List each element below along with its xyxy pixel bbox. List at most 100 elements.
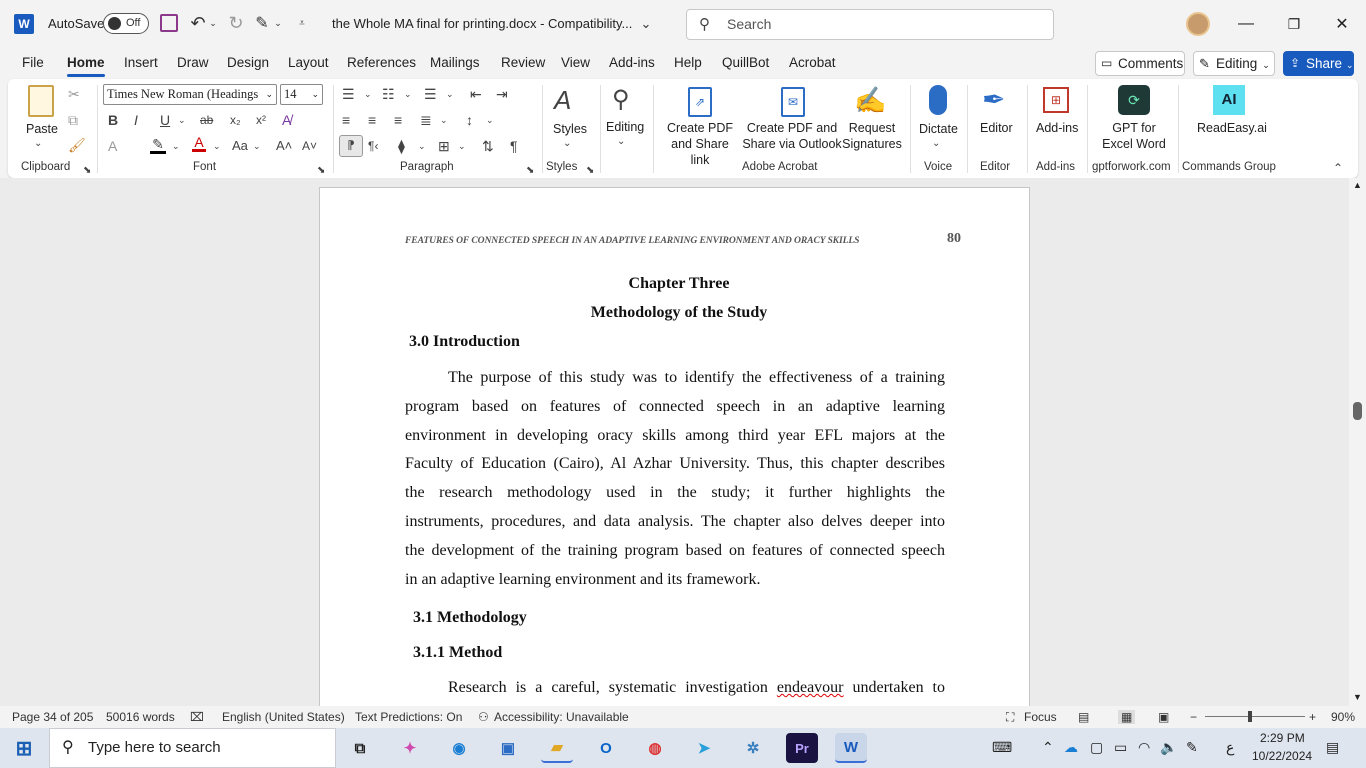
sort-icon[interactable]: ⇅ (482, 137, 494, 155)
create-pdf-share-link-button[interactable]: Create PDF and Share link (662, 120, 738, 168)
rtl-direction-icon[interactable]: ¶‹ (368, 137, 378, 155)
line-spacing-dropdown-icon[interactable]: ⌄ (486, 111, 494, 129)
align-right-icon[interactable]: ≡ (394, 111, 402, 129)
windows-start-icon[interactable]: ⊞ (8, 733, 40, 763)
addins-button[interactable]: Add-ins (1036, 120, 1078, 136)
proofing-icon[interactable]: ⌧ (190, 710, 204, 724)
scroll-thumb[interactable] (1353, 402, 1362, 420)
text-predictions[interactable]: Text Predictions: On (355, 710, 462, 724)
spelling-dropdown-icon[interactable]: ⌄ (273, 14, 283, 32)
tab-file[interactable]: File (22, 55, 44, 70)
ltr-direction-icon[interactable]: ⁋ (339, 135, 363, 157)
print-layout-icon[interactable]: ▦ (1118, 710, 1136, 724)
create-pdf-outlook-icon[interactable]: ✉ (781, 87, 805, 117)
pen-icon[interactable]: ✎ (1186, 739, 1198, 756)
readeasy-button[interactable]: ReadEasy.ai (1197, 120, 1267, 136)
gpt-for-work-icon[interactable]: ⟳ (1118, 85, 1150, 115)
shrink-font-icon[interactable]: A˅ (302, 137, 317, 155)
justify-dropdown-icon[interactable]: ⌄ (440, 111, 448, 129)
share-button[interactable]: ⇪ Share ⌄ (1283, 51, 1354, 76)
redo-icon[interactable]: ↻ (226, 12, 246, 34)
spelling-icon[interactable]: ✎ (252, 12, 272, 34)
wifi-icon[interactable]: ◠ (1138, 739, 1150, 756)
scroll-down-icon[interactable]: ▼ (1353, 692, 1362, 702)
maximize-icon[interactable]: ❐ (1282, 12, 1306, 36)
customize-qat-icon[interactable]: ⩡ (295, 14, 309, 32)
tab-mailings[interactable]: Mailings (430, 55, 480, 70)
zoom-out-icon[interactable]: − (1190, 710, 1197, 724)
web-layout-icon[interactable]: ▣ (1158, 710, 1169, 724)
request-signatures-button[interactable]: Request Signatures (842, 120, 902, 152)
keyboard-icon[interactable]: ⌨ (992, 739, 1012, 756)
outlook-icon[interactable]: O (590, 733, 622, 763)
italic-icon[interactable]: I (134, 111, 138, 129)
undo-dropdown-icon[interactable]: ⌄ (208, 14, 218, 32)
undo-icon[interactable]: ↶ (188, 12, 208, 34)
premiere-icon[interactable]: Pr (786, 733, 818, 763)
clear-formatting-icon[interactable]: A̸ (282, 111, 291, 129)
shading-icon[interactable]: ⧫ (398, 137, 405, 155)
styles-dropdown-icon[interactable]: ⌄ (563, 135, 571, 153)
editor-icon[interactable]: ✒ (982, 83, 1005, 117)
text-effects-icon[interactable]: A (108, 137, 117, 155)
zoom-slider-thumb[interactable] (1248, 711, 1252, 722)
minimize-icon[interactable]: — (1234, 12, 1258, 36)
request-signatures-icon[interactable]: ✍ (854, 85, 886, 115)
multilevel-list-icon[interactable]: ☰ (424, 85, 437, 103)
document-page[interactable]: FEATURES OF CONNECTED SPEECH IN AN ADAPT… (319, 187, 1030, 706)
focus-button[interactable]: Focus (1024, 710, 1057, 724)
paste-dropdown-icon[interactable]: ⌄ (34, 135, 42, 153)
file-explorer-icon[interactable]: ▰ (541, 733, 573, 763)
borders-icon[interactable]: ⊞ (438, 137, 450, 155)
editing-dropdown-icon[interactable]: ⌄ (617, 133, 625, 151)
format-painter-icon[interactable]: 🖌 (68, 136, 86, 154)
scroll-up-icon[interactable]: ▲ (1353, 180, 1362, 190)
strikethrough-icon[interactable]: ab (200, 111, 213, 129)
bold-icon[interactable]: B (108, 111, 118, 129)
align-center-icon[interactable]: ≡ (368, 111, 376, 129)
spelling-error-word[interactable]: endeavour (777, 679, 844, 696)
language[interactable]: English (United States) (222, 710, 345, 724)
tab-design[interactable]: Design (227, 55, 269, 70)
task-view-icon[interactable]: ⧉ (344, 733, 376, 763)
styles-icon[interactable]: A (554, 85, 571, 115)
word-count[interactable]: 50016 words (106, 710, 175, 724)
numbering-icon[interactable]: ☷ (382, 85, 395, 103)
increase-indent-icon[interactable]: ⇥ (496, 85, 508, 103)
show-marks-icon[interactable]: ¶ (510, 137, 518, 155)
zoom-slider[interactable] (1205, 716, 1305, 717)
numbering-dropdown-icon[interactable]: ⌄ (404, 85, 412, 103)
highlight-icon[interactable]: ✎ (150, 137, 166, 154)
copy-icon[interactable]: ⧉ (68, 111, 78, 129)
chrome-icon[interactable]: ◍ (639, 733, 671, 763)
comments-button[interactable]: ▭ Comments (1095, 51, 1185, 76)
show-hidden-icons-chevron[interactable]: ⌃ (1042, 739, 1054, 756)
store-icon[interactable]: ▣ (492, 733, 524, 763)
font-size-select[interactable]: 14 ⌄ (280, 84, 323, 105)
page-count[interactable]: Page 34 of 205 (12, 710, 93, 724)
shading-dropdown-icon[interactable]: ⌄ (418, 137, 426, 155)
collapse-ribbon-icon[interactable]: ⌃ (1333, 159, 1343, 177)
tab-quillbot[interactable]: QuillBot (722, 55, 769, 70)
editing-mode-button[interactable]: ✎ Editing ⌄ (1193, 51, 1275, 76)
addins-icon[interactable]: ⊞ (1043, 87, 1069, 113)
title-chevron-down-icon[interactable]: ⌄ (636, 14, 656, 34)
tab-help[interactable]: Help (674, 55, 702, 70)
onedrive-icon[interactable]: ☁ (1064, 739, 1078, 756)
dictate-dropdown-icon[interactable]: ⌄ (932, 135, 940, 153)
read-mode-icon[interactable]: ▤ (1078, 710, 1089, 724)
change-case-dropdown-icon[interactable]: ⌄ (253, 137, 261, 155)
battery-icon[interactable]: ▭ (1114, 739, 1127, 756)
microphone-icon[interactable] (929, 85, 947, 115)
grow-font-icon[interactable]: A˄ (276, 137, 292, 155)
tab-insert[interactable]: Insert (124, 55, 158, 70)
create-pdf-share-icon[interactable]: ⇗ (688, 87, 712, 117)
word-taskbar-icon[interactable]: W (835, 733, 867, 763)
font-color-icon[interactable]: A (192, 135, 206, 152)
line-spacing-icon[interactable]: ↕ (466, 111, 473, 129)
tab-acrobat[interactable]: Acrobat (789, 55, 836, 70)
decrease-indent-icon[interactable]: ⇤ (470, 85, 482, 103)
save-icon[interactable] (160, 14, 178, 32)
underline-icon[interactable]: U (160, 111, 170, 129)
align-left-icon[interactable]: ≡ (342, 111, 350, 129)
